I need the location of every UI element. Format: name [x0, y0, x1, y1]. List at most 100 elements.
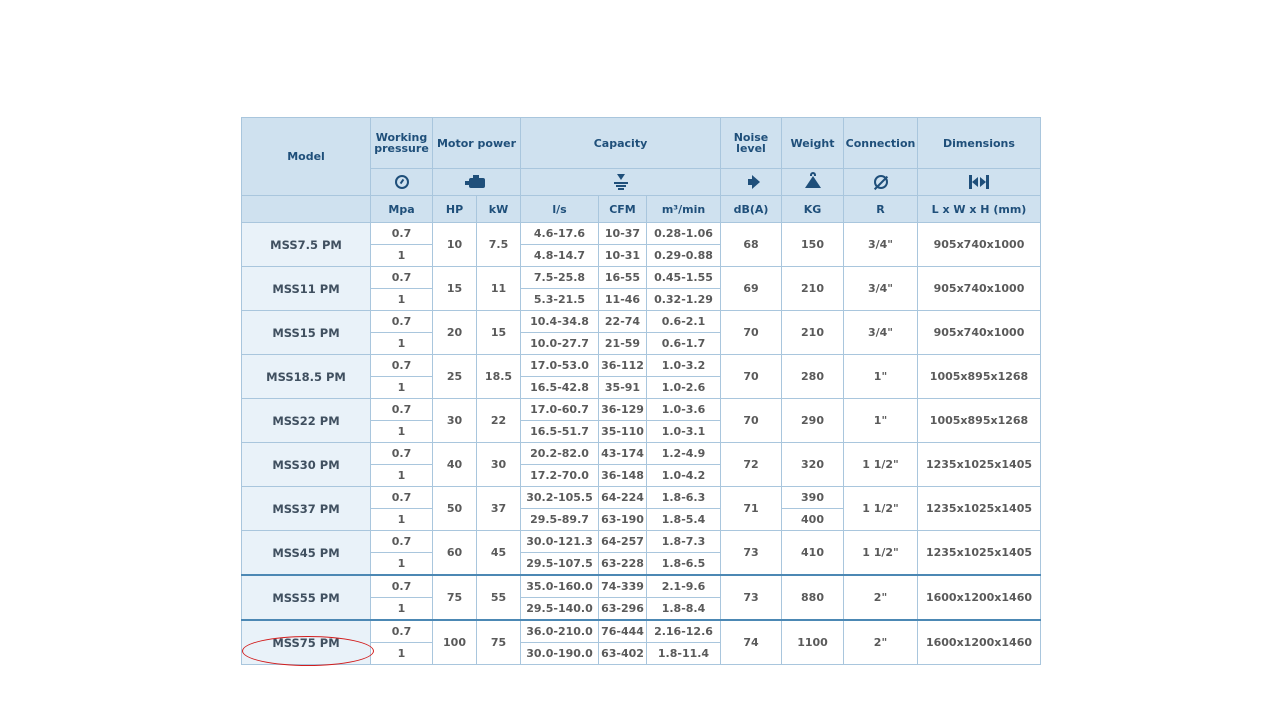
table-row-model: MSS37 PM	[241, 486, 371, 531]
kw-cell: 75	[476, 619, 521, 665]
cfm-cell: 16-55	[598, 266, 647, 289]
unit-ls: l/s	[520, 195, 599, 223]
dimensions-cell: 1235x1025x1405	[917, 442, 1041, 487]
table-row-model: MSS55 PM	[241, 574, 371, 621]
ls-cell: 4.8-14.7	[520, 244, 599, 267]
cfm-cell: 21-59	[598, 332, 647, 355]
weight-cell: 390	[781, 486, 844, 509]
connection-cell: 1 1/2"	[843, 442, 918, 487]
cfm-cell: 63-190	[598, 508, 647, 531]
ls-cell: 7.5-25.8	[520, 266, 599, 289]
ls-cell: 35.0-160.0	[520, 574, 599, 598]
noise-cell: 71	[720, 486, 782, 531]
hp-cell: 20	[432, 310, 477, 355]
dimensions-icon-cell	[917, 168, 1041, 196]
cfm-cell: 63-296	[598, 597, 647, 621]
table-row-model: MSS45 PM	[241, 530, 371, 576]
connection-cell: 2"	[843, 574, 918, 621]
ls-cell: 29.5-140.0	[520, 597, 599, 621]
ls-cell: 16.5-42.8	[520, 376, 599, 399]
hp-cell: 30	[432, 398, 477, 443]
table-row-model: MSS18.5 PM	[241, 354, 371, 399]
hp-cell: 25	[432, 354, 477, 399]
ls-cell: 4.6-17.6	[520, 222, 599, 245]
kw-cell: 55	[476, 574, 521, 621]
ls-cell: 29.5-107.5	[520, 552, 599, 576]
pressure-cell: 1	[370, 597, 433, 621]
m3min-cell: 1.2-4.9	[646, 442, 721, 465]
table-row-model: MSS30 PM	[241, 442, 371, 487]
table-row-model: MSS15 PM	[241, 310, 371, 355]
compressor-spec-table: Model Working pressure Motor power Capac…	[241, 117, 1041, 665]
weight-cell: 210	[781, 310, 844, 355]
ls-cell: 30.0-121.3	[520, 530, 599, 553]
unit-kw: kW	[476, 195, 521, 223]
cfm-cell: 22-74	[598, 310, 647, 333]
noise-icon-cell	[720, 168, 782, 196]
weight-cell: 280	[781, 354, 844, 399]
pressure-cell: 0.7	[370, 222, 433, 245]
dimensions-cell: 905x740x1000	[917, 222, 1041, 267]
hp-cell: 60	[432, 530, 477, 576]
weight-icon	[804, 172, 821, 188]
noise-cell: 70	[720, 310, 782, 355]
ls-cell: 36.0-210.0	[520, 619, 599, 643]
weight-cell: 400	[781, 508, 844, 531]
cfm-cell: 36-129	[598, 398, 647, 421]
pressure-cell: 0.7	[370, 398, 433, 421]
noise-cell: 69	[720, 266, 782, 311]
noise-cell: 73	[720, 574, 782, 621]
weight-cell: 150	[781, 222, 844, 267]
pressure-cell: 0.7	[370, 354, 433, 377]
kw-cell: 45	[476, 530, 521, 576]
cfm-cell: 35-110	[598, 420, 647, 443]
cfm-cell: 43-174	[598, 442, 647, 465]
pressure-cell: 1	[370, 552, 433, 576]
motor-icon	[464, 174, 485, 188]
noise-cell: 73	[720, 530, 782, 576]
cfm-cell: 10-37	[598, 222, 647, 245]
header-noise-level: Noise level	[720, 117, 782, 169]
ls-cell: 29.5-89.7	[520, 508, 599, 531]
connection-cell: 3/4"	[843, 310, 918, 355]
m3min-cell: 1.8-6.5	[646, 552, 721, 576]
pressure-cell: 0.7	[370, 486, 433, 509]
ls-cell: 10.0-27.7	[520, 332, 599, 355]
hp-cell: 10	[432, 222, 477, 267]
cfm-cell: 36-112	[598, 354, 647, 377]
m3min-cell: 1.8-6.3	[646, 486, 721, 509]
table-row-model: MSS7.5 PM	[241, 222, 371, 267]
m3min-cell: 1.8-7.3	[646, 530, 721, 553]
connection-cell: 3/4"	[843, 266, 918, 311]
m3min-cell: 1.8-5.4	[646, 508, 721, 531]
connection-cell: 2"	[843, 619, 918, 665]
hp-cell: 100	[432, 619, 477, 665]
connection-cell: 1 1/2"	[843, 486, 918, 531]
m3min-cell: 1.0-2.6	[646, 376, 721, 399]
dimensions-cell: 1235x1025x1405	[917, 486, 1041, 531]
weight-cell: 880	[781, 574, 844, 621]
ls-cell: 16.5-51.7	[520, 420, 599, 443]
table-row-model: MSS22 PM	[241, 398, 371, 443]
pressure-cell: 0.7	[370, 266, 433, 289]
table-row-model: MSS11 PM	[241, 266, 371, 311]
pressure-cell: 1	[370, 376, 433, 399]
m3min-cell: 2.16-12.6	[646, 619, 721, 643]
dimensions-cell: 905x740x1000	[917, 266, 1041, 311]
pressure-cell: 1	[370, 244, 433, 267]
unit-model-blank	[241, 195, 371, 223]
m3min-cell: 1.0-3.6	[646, 398, 721, 421]
pressure-cell: 1	[370, 420, 433, 443]
hp-cell: 40	[432, 442, 477, 487]
dimensions-cell: 1600x1200x1460	[917, 574, 1041, 621]
header-weight: Weight	[781, 117, 844, 169]
cfm-cell: 11-46	[598, 288, 647, 311]
unit-mpa: Mpa	[370, 195, 433, 223]
motor-icon-cell	[432, 168, 521, 196]
unit-cfm: CFM	[598, 195, 647, 223]
pressure-cell: 0.7	[370, 310, 433, 333]
pressure-cell: 0.7	[370, 442, 433, 465]
pressure-cell: 1	[370, 642, 433, 665]
ls-cell: 30.0-190.0	[520, 642, 599, 665]
ls-cell: 17.0-60.7	[520, 398, 599, 421]
